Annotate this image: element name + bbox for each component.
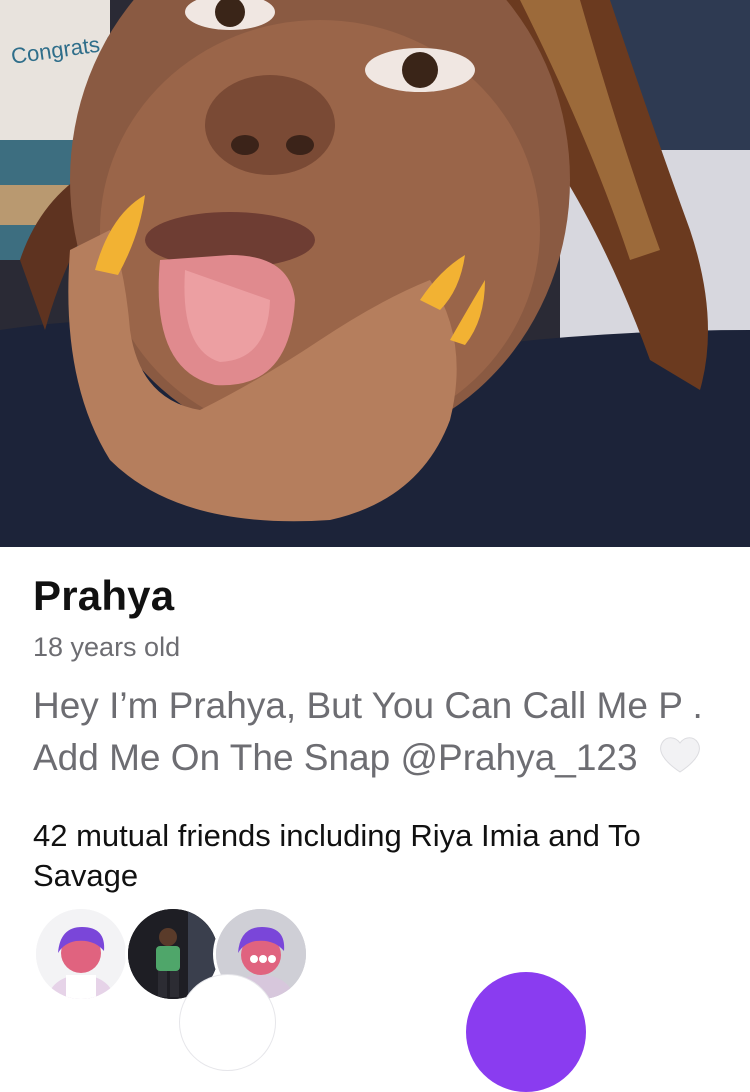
profile-photo[interactable]: Congrats GRAD! [0,0,750,547]
avatar[interactable] [33,906,129,1002]
heart-icon [658,734,702,788]
action-button[interactable] [180,975,275,1070]
default-avatar-icon [36,909,126,999]
mutual-friends-text: 42 mutual friends including Riya Imia an… [33,818,641,893]
profile-bio: Hey I’m Prahya, But You Can Call Me P . … [33,680,723,788]
mutual-friends-avatars[interactable] [33,906,333,1006]
profile-age: 18 years old [33,632,181,662]
primary-action-button[interactable] [466,972,586,1092]
profile-photo-illustration: Congrats GRAD! [0,0,750,547]
profile-name: Prahya [33,572,175,619]
profile-bio-text: Hey I’m Prahya, But You Can Call Me P . … [33,685,703,778]
